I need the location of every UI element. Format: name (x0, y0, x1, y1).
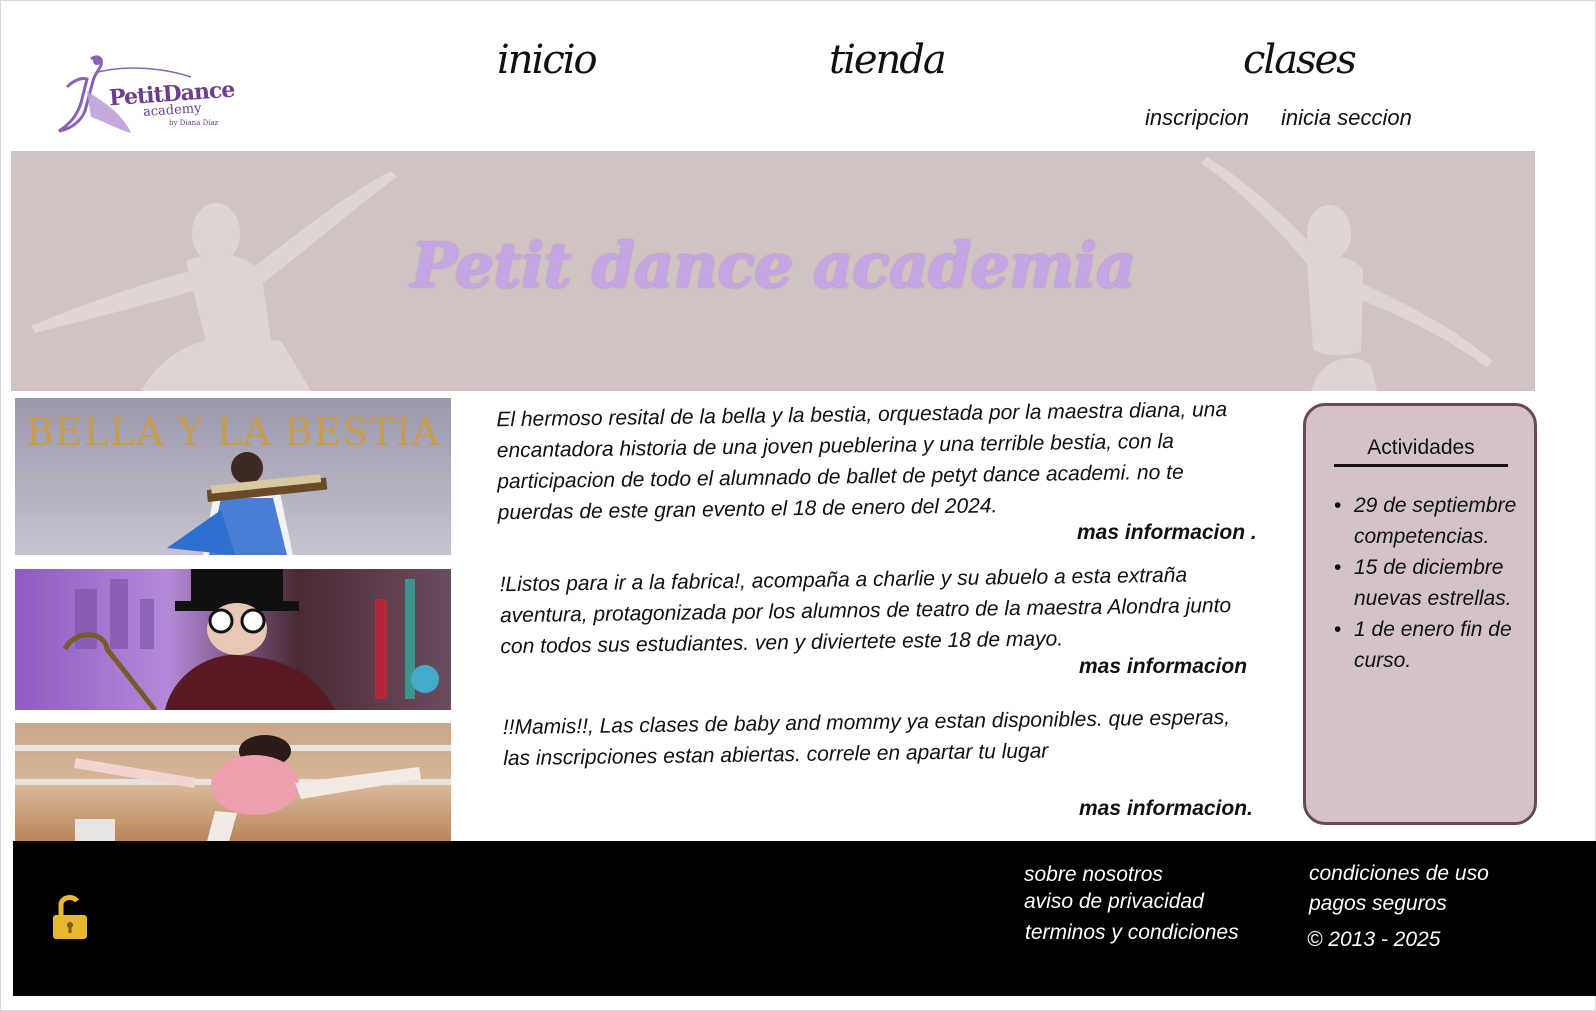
nav-inscripcion[interactable]: inscripcion (1145, 105, 1249, 131)
charlie-fabrica-image[interactable] (15, 569, 451, 710)
wonka-figure-icon (62, 569, 439, 710)
baby-mommy-image[interactable] (15, 723, 451, 849)
footer-sobre-nosotros-link[interactable]: sobre nosotros (1024, 863, 1163, 887)
nav-clases[interactable]: clases (1243, 37, 1357, 83)
nav-inicia-seccion[interactable]: inicia seccion (1281, 105, 1412, 131)
child-ballet-icon (15, 735, 451, 849)
page: PetitDance academy by Diana Díaz inicio … (0, 0, 1596, 1011)
footer-copyright: © 2013 - 2025 (1307, 928, 1441, 951)
logo-tiny: by Diana Díaz (169, 119, 219, 127)
article-1-text: El hermoso resital de la bella y la best… (496, 398, 1228, 525)
nav-tienda[interactable]: tienda (829, 37, 947, 83)
article-2-more-link[interactable]: mas informacion (1079, 655, 1247, 679)
activity-item: 15 de diciembre nuevas estrellas. (1334, 552, 1530, 614)
activities-title: Actividades (1334, 436, 1508, 467)
article-3-more-link[interactable]: mas informacion. (1079, 797, 1253, 821)
footer-condiciones-uso-link[interactable]: condiciones de uso (1309, 862, 1489, 886)
belle-figure-icon (167, 452, 328, 555)
logo[interactable]: PetitDance academy by Diana Díaz (51, 51, 251, 141)
activities-list: 29 de septiembre competencias. 15 de dic… (1334, 490, 1530, 676)
hero-banner: Petit dance academia (11, 151, 1535, 391)
bella-bestia-image[interactable]: BELLA Y LA BESTIA (15, 398, 451, 555)
footer-terminos-link[interactable]: terminos y condiciones (1025, 921, 1239, 945)
banner-title: Petit dance academia (410, 229, 1136, 302)
lock-open-icon[interactable] (51, 893, 89, 941)
activity-item: 29 de septiembre competencias. (1334, 490, 1530, 552)
article-2-text: !Listos para ir a la fabrica!, acompaña … (499, 563, 1232, 659)
nav-inicio[interactable]: inicio (497, 37, 598, 83)
footer-pagos-seguros-link[interactable]: pagos seguros (1309, 892, 1447, 916)
article-1-more-link[interactable]: mas informacion . (1077, 521, 1257, 545)
footer-aviso-privacidad-link[interactable]: aviso de privacidad (1024, 890, 1204, 914)
footer: sobre nosotros aviso de privacidad termi… (13, 841, 1596, 996)
article-3-text: !!Mamis!!, Las clases de baby and mommy … (502, 705, 1231, 771)
activity-item: 1 de enero fin de curso. (1334, 614, 1530, 676)
activities-panel: Actividades 29 de septiembre competencia… (1303, 403, 1537, 825)
